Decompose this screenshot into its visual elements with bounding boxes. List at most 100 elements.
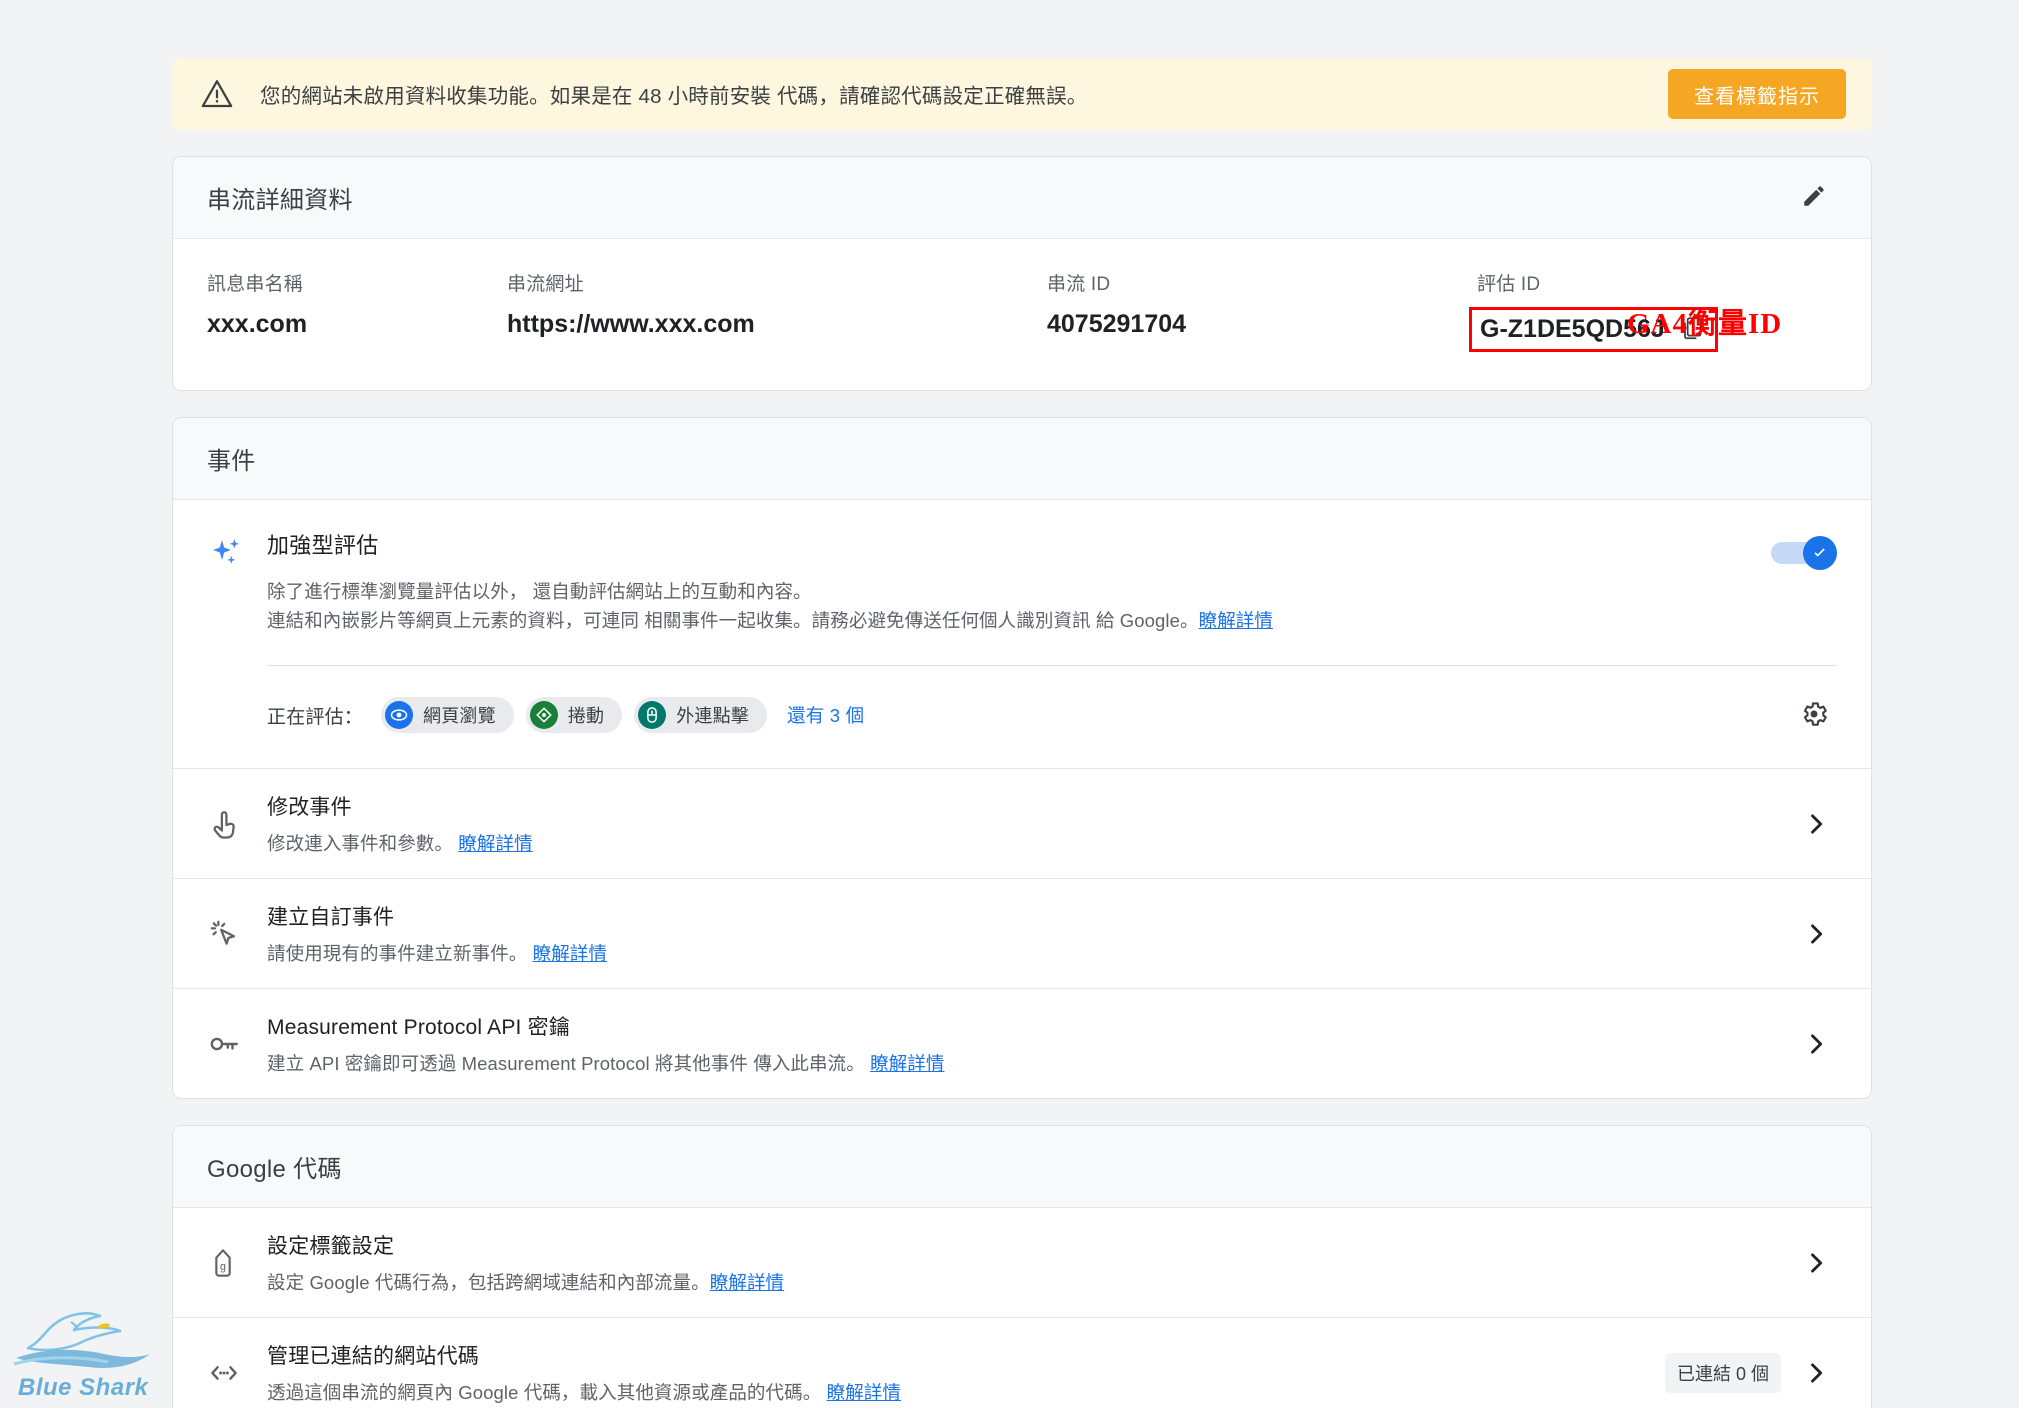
- row-subtitle: 請使用現有的事件建立新事件。 瞭解詳情: [267, 940, 1791, 966]
- chevron-right-icon[interactable]: [1791, 810, 1841, 838]
- field-value: xxx.com: [207, 310, 308, 338]
- warning-triangle-icon: [200, 77, 234, 111]
- description-line-1: 除了進行標準瀏覽量評估以外， 還自動評估網站上的互動和內容。: [267, 581, 812, 602]
- mouse-click-icon: [638, 701, 667, 730]
- field-label: 評估 ID: [1477, 274, 1541, 295]
- field-value: 4075291704: [1047, 310, 1187, 338]
- row-title: Measurement Protocol API 密鑰: [267, 1016, 571, 1040]
- tap-hand-icon: [207, 807, 259, 841]
- field-label: 串流 ID: [1047, 274, 1111, 295]
- chevron-right-icon[interactable]: [1791, 920, 1841, 948]
- gear-icon: [1799, 699, 1829, 732]
- chevron-right-icon[interactable]: [1791, 1030, 1841, 1058]
- measuring-label: 正在評估：: [267, 706, 364, 728]
- chip-label: 網頁瀏覽: [423, 706, 496, 727]
- description-line-2: 連結和內嵌影片等網頁上元素的資料，可連同 相關事件一起收集。請務必避免傳送任何個…: [267, 609, 1199, 631]
- row-body: 管理已連結的網站代碼 透過這個串流的網頁內 Google 代碼，載入其他資源或產…: [259, 1340, 1665, 1405]
- app-page: 您的網站未啟用資料收集功能。如果是在 48 小時前安裝 代碼，請確認代碼設定正確…: [0, 0, 2019, 1408]
- row-learn-more-link[interactable]: 瞭解詳情: [533, 943, 607, 964]
- blue-shark-watermark: Blue Shark: [8, 1300, 158, 1404]
- google-tag-header: Google 代碼: [173, 1126, 1871, 1209]
- edit-stream-button[interactable]: [1791, 175, 1837, 221]
- chip-scrolls[interactable]: 捲動: [525, 697, 623, 734]
- enhanced-measurement-block: 加強型評估 除了進行標準瀏覽量評估以外， 還自動評估網站上的互動和內容。 連結和…: [173, 500, 1871, 768]
- chip-label: 捲動: [567, 706, 605, 727]
- row-modify-events[interactable]: 修改事件 修改連入事件和參數。 瞭解詳情: [173, 768, 1871, 878]
- enhanced-measurement-top: 加強型評估 除了進行標準瀏覽量評估以外， 還自動評估網站上的互動和內容。 連結和…: [207, 528, 1837, 635]
- row-subtitle-text: 設定 Google 代碼行為，包括跨網域連結和內部流量。: [267, 1272, 710, 1294]
- eye-icon: [385, 701, 414, 730]
- data-collection-warning-banner: 您的網站未啟用資料收集功能。如果是在 48 小時前安裝 代碼，請確認代碼設定正確…: [172, 58, 1872, 130]
- enhanced-measurement-title: 加強型評估: [267, 533, 379, 558]
- stream-details-title: 串流詳細資料: [207, 187, 353, 214]
- enhanced-measurement-description: 除了進行標準瀏覽量評估以外， 還自動評估網站上的互動和內容。 連結和內嵌影片等網…: [267, 578, 1771, 635]
- events-title: 事件: [207, 448, 256, 475]
- row-measurement-protocol-api[interactable]: Measurement Protocol API 密鑰 建立 API 密鑰即可透…: [173, 988, 1871, 1098]
- row-learn-more-link[interactable]: 瞭解詳情: [710, 1272, 784, 1293]
- chip-page-views[interactable]: 網頁瀏覽: [381, 697, 514, 734]
- row-configure-tag-settings[interactable]: g 設定標籤設定 設定 Google 代碼行為，包括跨網域連結和內部流量。瞭解詳…: [173, 1208, 1871, 1317]
- svg-text:g: g: [220, 1261, 226, 1273]
- view-tag-instructions-button[interactable]: 查看標籤指示: [1668, 69, 1846, 119]
- measurement-id-annotation: GA4衡量ID: [1627, 308, 1783, 340]
- row-title: 修改事件: [267, 796, 352, 820]
- row-learn-more-link[interactable]: 瞭解詳情: [827, 1382, 901, 1403]
- key-icon: [207, 1027, 259, 1061]
- google-tag-card: Google 代碼 g 設定標籤設定 設定 Google 代碼行為，包括跨網域連…: [172, 1125, 1872, 1408]
- stream-details-header: 串流詳細資料: [173, 157, 1871, 239]
- pencil-icon: [1801, 183, 1827, 212]
- row-title: 管理已連結的網站代碼: [267, 1345, 479, 1369]
- row-title: 設定標籤設定: [267, 1235, 395, 1259]
- google-tag-title: Google 代碼: [207, 1156, 342, 1184]
- row-create-custom-events[interactable]: 建立自訂事件 請使用現有的事件建立新事件。 瞭解詳情: [173, 878, 1871, 988]
- field-stream-url: 串流網址 https://www.xxx.com: [507, 269, 1047, 352]
- row-subtitle: 設定 Google 代碼行為，包括跨網域連結和內部流量。瞭解詳情: [267, 1269, 1791, 1295]
- row-subtitle-text: 修改連入事件和參數。: [267, 833, 454, 855]
- field-label: 串流網址: [507, 274, 584, 295]
- measuring-chips-row: 正在評估： 網頁瀏覽 捲動 外連點擊 還有 3 個: [207, 666, 1837, 768]
- toggle-knob: [1803, 536, 1837, 570]
- row-subtitle: 修改連入事件和參數。 瞭解詳情: [267, 830, 1791, 856]
- row-subtitle: 建立 API 密鑰即可透過 Measurement Protocol 將其他事件…: [267, 1050, 1791, 1076]
- stream-details-card: 串流詳細資料 訊息串名稱 xxx.com 串流網址 https://www.xx…: [172, 156, 1872, 391]
- scroll-diamond-icon: [529, 701, 558, 730]
- field-stream-id: 串流 ID 4075291704: [1047, 269, 1477, 352]
- stream-details-fields: 訊息串名稱 xxx.com 串流網址 https://www.xxx.com 串…: [173, 239, 1871, 390]
- row-body: Measurement Protocol API 密鑰 建立 API 密鑰即可透…: [259, 1011, 1791, 1076]
- row-subtitle: 透過這個串流的網頁內 Google 代碼，載入其他資源或產品的代碼。 瞭解詳情: [267, 1379, 1665, 1405]
- page-content: 您的網站未啟用資料收集功能。如果是在 48 小時前安裝 代碼，請確認代碼設定正確…: [172, 0, 1872, 1408]
- chip-label: 外連點擊: [676, 706, 750, 727]
- enhanced-measurement-learn-more-link[interactable]: 瞭解詳情: [1199, 610, 1273, 631]
- chevron-right-icon[interactable]: [1791, 1359, 1841, 1387]
- linked-count-badge: 已連結 0 個: [1664, 1352, 1781, 1393]
- row-title: 建立自訂事件: [267, 906, 395, 930]
- row-learn-more-link[interactable]: 瞭解詳情: [870, 1053, 944, 1074]
- field-stream-name: 訊息串名稱 xxx.com: [207, 269, 507, 352]
- events-card: 事件 加強型評估 除了進行標準瀏覽量評估以外， 還自動評估網站上的互動和內容。 …: [172, 417, 1872, 1100]
- chip-outbound-clicks[interactable]: 外連點擊: [634, 697, 768, 734]
- enhanced-measurement-toggle[interactable]: [1771, 536, 1837, 570]
- events-header: 事件: [173, 418, 1871, 500]
- chevron-right-icon[interactable]: [1791, 1249, 1841, 1277]
- row-body: 設定標籤設定 設定 Google 代碼行為，包括跨網域連結和內部流量。瞭解詳情: [259, 1230, 1791, 1295]
- gear-slot: [1791, 692, 1837, 738]
- code-brackets-icon: [207, 1356, 259, 1390]
- enhanced-measurement-settings-button[interactable]: [1791, 692, 1837, 738]
- enhanced-measurement-body: 加強型評估 除了進行標準瀏覽量評估以外， 還自動評估網站上的互動和內容。 連結和…: [259, 528, 1771, 635]
- row-body: 建立自訂事件 請使用現有的事件建立新事件。 瞭解詳情: [259, 901, 1791, 966]
- check-icon: [1814, 548, 1825, 557]
- more-measurements-link[interactable]: 還有 3 個: [787, 702, 864, 728]
- shark-logo-icon: [13, 1312, 150, 1368]
- field-label: 訊息串名稱: [207, 274, 304, 295]
- row-manage-connected-site-tags[interactable]: 管理已連結的網站代碼 透過這個串流的網頁內 Google 代碼，載入其他資源或產…: [173, 1317, 1871, 1408]
- row-learn-more-link[interactable]: 瞭解詳情: [458, 833, 532, 854]
- row-subtitle-text: 建立 API 密鑰即可透過 Measurement Protocol 將其他事件…: [267, 1053, 865, 1075]
- row-subtitle-text: 透過這個串流的網頁內 Google 代碼，載入其他資源或產品的代碼。: [267, 1382, 822, 1404]
- banner-message: 您的網站未啟用資料收集功能。如果是在 48 小時前安裝 代碼，請確認代碼設定正確…: [260, 85, 1088, 108]
- sparkle-icon: [207, 528, 259, 579]
- tag-g-icon: g: [207, 1247, 259, 1279]
- field-value: https://www.xxx.com: [507, 310, 755, 338]
- row-body: 修改事件 修改連入事件和參數。 瞭解詳情: [259, 791, 1791, 856]
- watermark-text: Blue Shark: [18, 1374, 149, 1401]
- row-subtitle-text: 請使用現有的事件建立新事件。: [267, 943, 528, 965]
